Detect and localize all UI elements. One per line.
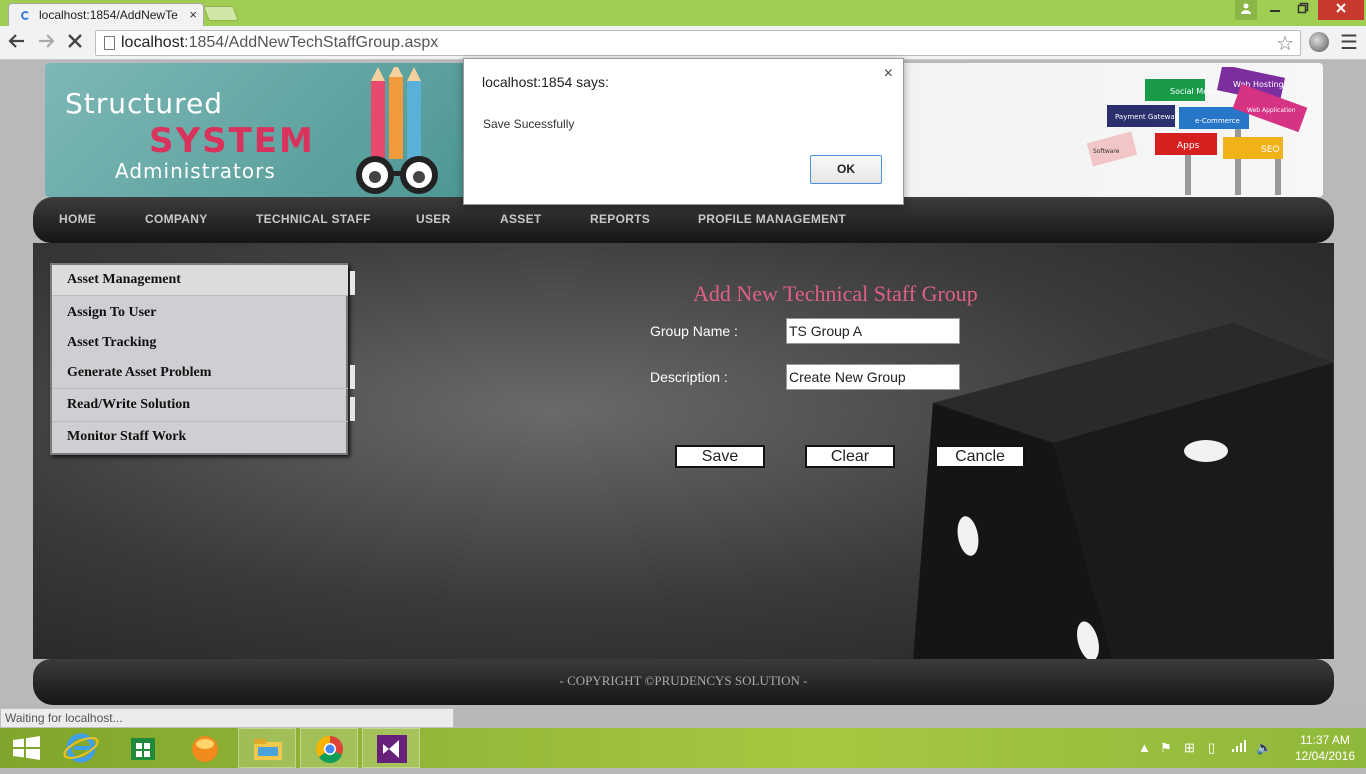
alert-dialog: localhost:1854 says: × Save Sucessfully …	[463, 58, 904, 205]
nav-technical-staff[interactable]: TECHNICAL STAFF	[256, 212, 371, 226]
sidebar-item-read-write-solution[interactable]: Read/Write Solution	[52, 390, 348, 422]
dialog-message: Save Sucessfully	[483, 117, 575, 131]
visual-studio-icon[interactable]	[362, 728, 420, 768]
sidebar-item-monitor-staff-work[interactable]: Monitor Staff Work	[52, 423, 348, 453]
svg-text:Social Media: Social Media	[1170, 87, 1220, 96]
nav-company[interactable]: COMPANY	[145, 212, 208, 226]
main-content: Asset Management Assign To User Asset Tr…	[33, 243, 1334, 659]
user-profile-icon[interactable]	[1235, 0, 1257, 20]
service-signs-icon: Social Media Web Hosting Payment Gateway…	[1086, 67, 1308, 195]
nav-home[interactable]: HOME	[59, 212, 96, 226]
action-center-flag-icon[interactable]: ⚑	[1160, 740, 1172, 756]
loading-spinner-icon	[21, 11, 30, 20]
file-explorer-icon[interactable]	[238, 728, 296, 768]
extension-icon[interactable]	[1309, 32, 1329, 52]
browser-tab[interactable]: localhost:1854/AddNewTe ×	[8, 3, 204, 26]
clock-date: 12/04/2016	[1294, 749, 1356, 763]
orange-app-icon[interactable]	[176, 728, 234, 768]
minimize-window-icon[interactable]	[1262, 0, 1288, 20]
dialog-close-icon[interactable]: ×	[884, 65, 893, 83]
svg-text:Software: Software	[1093, 148, 1120, 155]
url-path: :1854/AddNewTechStaffGroup.aspx	[184, 34, 439, 51]
chrome-icon[interactable]	[300, 728, 358, 768]
new-tab-button[interactable]	[203, 6, 239, 21]
sidebar-marker	[350, 271, 355, 295]
dice-background-image	[913, 323, 1333, 659]
sidebar-item-generate-asset-problem[interactable]: Generate Asset Problem	[52, 359, 348, 389]
svg-text:Apps: Apps	[1177, 141, 1200, 151]
show-hidden-icons-icon[interactable]: ▲	[1138, 740, 1151, 755]
site-logo[interactable]: Structured SYSTEM Administrators	[45, 63, 465, 197]
cancel-button[interactable]: Cancle	[935, 445, 1025, 468]
bookmark-star-icon[interactable]: ☆	[1276, 31, 1294, 56]
nav-profile-management[interactable]: PROFILE MANAGEMENT	[698, 212, 846, 226]
battery-icon[interactable]: ▯	[1208, 740, 1215, 756]
close-window-icon[interactable]	[1318, 0, 1364, 20]
save-button[interactable]: Save	[675, 445, 765, 468]
back-arrow-icon[interactable]	[8, 32, 26, 54]
tab-close-icon[interactable]: ×	[189, 7, 197, 22]
nav-reports[interactable]: REPORTS	[590, 212, 650, 226]
clear-button[interactable]: Clear	[805, 445, 895, 468]
group-name-label: Group Name :	[650, 323, 738, 339]
description-label: Description :	[650, 369, 728, 385]
store-icon[interactable]	[114, 728, 172, 768]
windows-taskbar: ▲ ⚑ ⊞ ▯ 🔈 11:37 AM 12/04/2016	[0, 728, 1366, 768]
start-icon[interactable]	[0, 728, 58, 768]
svg-text:SEO: SEO	[1261, 145, 1279, 155]
site-footer: - COPYRIGHT ©PRUDENCYS SOLUTION -	[33, 659, 1334, 705]
sidebar-marker	[350, 397, 355, 421]
sidebar-header[interactable]: Asset Management	[52, 265, 348, 296]
tab-title: localhost:1854/AddNewTe	[39, 8, 178, 22]
logo-line2: SYSTEM	[149, 121, 315, 161]
nav-user[interactable]: USER	[416, 212, 451, 226]
svg-text:e-Commerce: e-Commerce	[1195, 117, 1240, 125]
logo-line1: Structured	[65, 87, 224, 120]
sidebar-item-assign-to-user[interactable]: Assign To User	[52, 299, 348, 329]
logo-line3: Administrators	[115, 159, 276, 183]
asset-sidebar: Asset Management Assign To User Asset Tr…	[50, 263, 355, 455]
taskbar-clock[interactable]: 11:37 AM 12/04/2016	[1290, 732, 1360, 764]
svg-text:Web Application: Web Application	[1247, 107, 1296, 114]
browser-menu-icon[interactable]: ☰	[1340, 30, 1358, 55]
restore-window-icon[interactable]	[1290, 0, 1316, 20]
volume-icon[interactable]: 🔈	[1256, 740, 1272, 756]
forward-arrow-icon[interactable]	[37, 32, 55, 54]
browser-status-bar: Waiting for localhost...	[0, 708, 454, 728]
description-input[interactable]: Create New Group	[786, 364, 960, 390]
browser-toolbar: localhost:1854/AddNewTechStaffGroup.aspx…	[0, 26, 1366, 60]
page-viewport: Structured SYSTEM Administrators Social …	[0, 58, 1366, 705]
ok-button[interactable]: OK	[810, 155, 882, 184]
stop-loading-icon[interactable]	[66, 32, 84, 54]
group-name-input[interactable]: TS Group A	[786, 318, 960, 344]
windows-tray-icon[interactable]: ⊞	[1184, 740, 1195, 756]
clock-time: 11:37 AM	[1300, 733, 1350, 747]
sidebar-item-asset-tracking[interactable]: Asset Tracking	[52, 329, 348, 359]
nav-asset[interactable]: ASSET	[500, 212, 542, 226]
browser-titlebar: localhost:1854/AddNewTe ×	[0, 0, 1366, 26]
pencils-glasses-icon	[356, 67, 438, 194]
svg-text:Payment Gateways: Payment Gateways	[1115, 113, 1183, 121]
address-bar[interactable]: localhost:1854/AddNewTechStaffGroup.aspx…	[95, 30, 1301, 56]
dialog-title: localhost:1854 says:	[482, 74, 609, 90]
network-signal-icon[interactable]	[1232, 740, 1248, 755]
url-text[interactable]: localhost:1854/AddNewTechStaffGroup.aspx	[121, 34, 438, 52]
internet-explorer-icon[interactable]	[52, 728, 110, 768]
page-title: Add New Technical Staff Group	[693, 281, 978, 306]
url-host: localhost	[121, 34, 185, 51]
page-icon	[104, 36, 115, 50]
copyright-text: - COPYRIGHT ©PRUDENCYS SOLUTION -	[559, 673, 808, 688]
sidebar-marker	[350, 365, 355, 389]
